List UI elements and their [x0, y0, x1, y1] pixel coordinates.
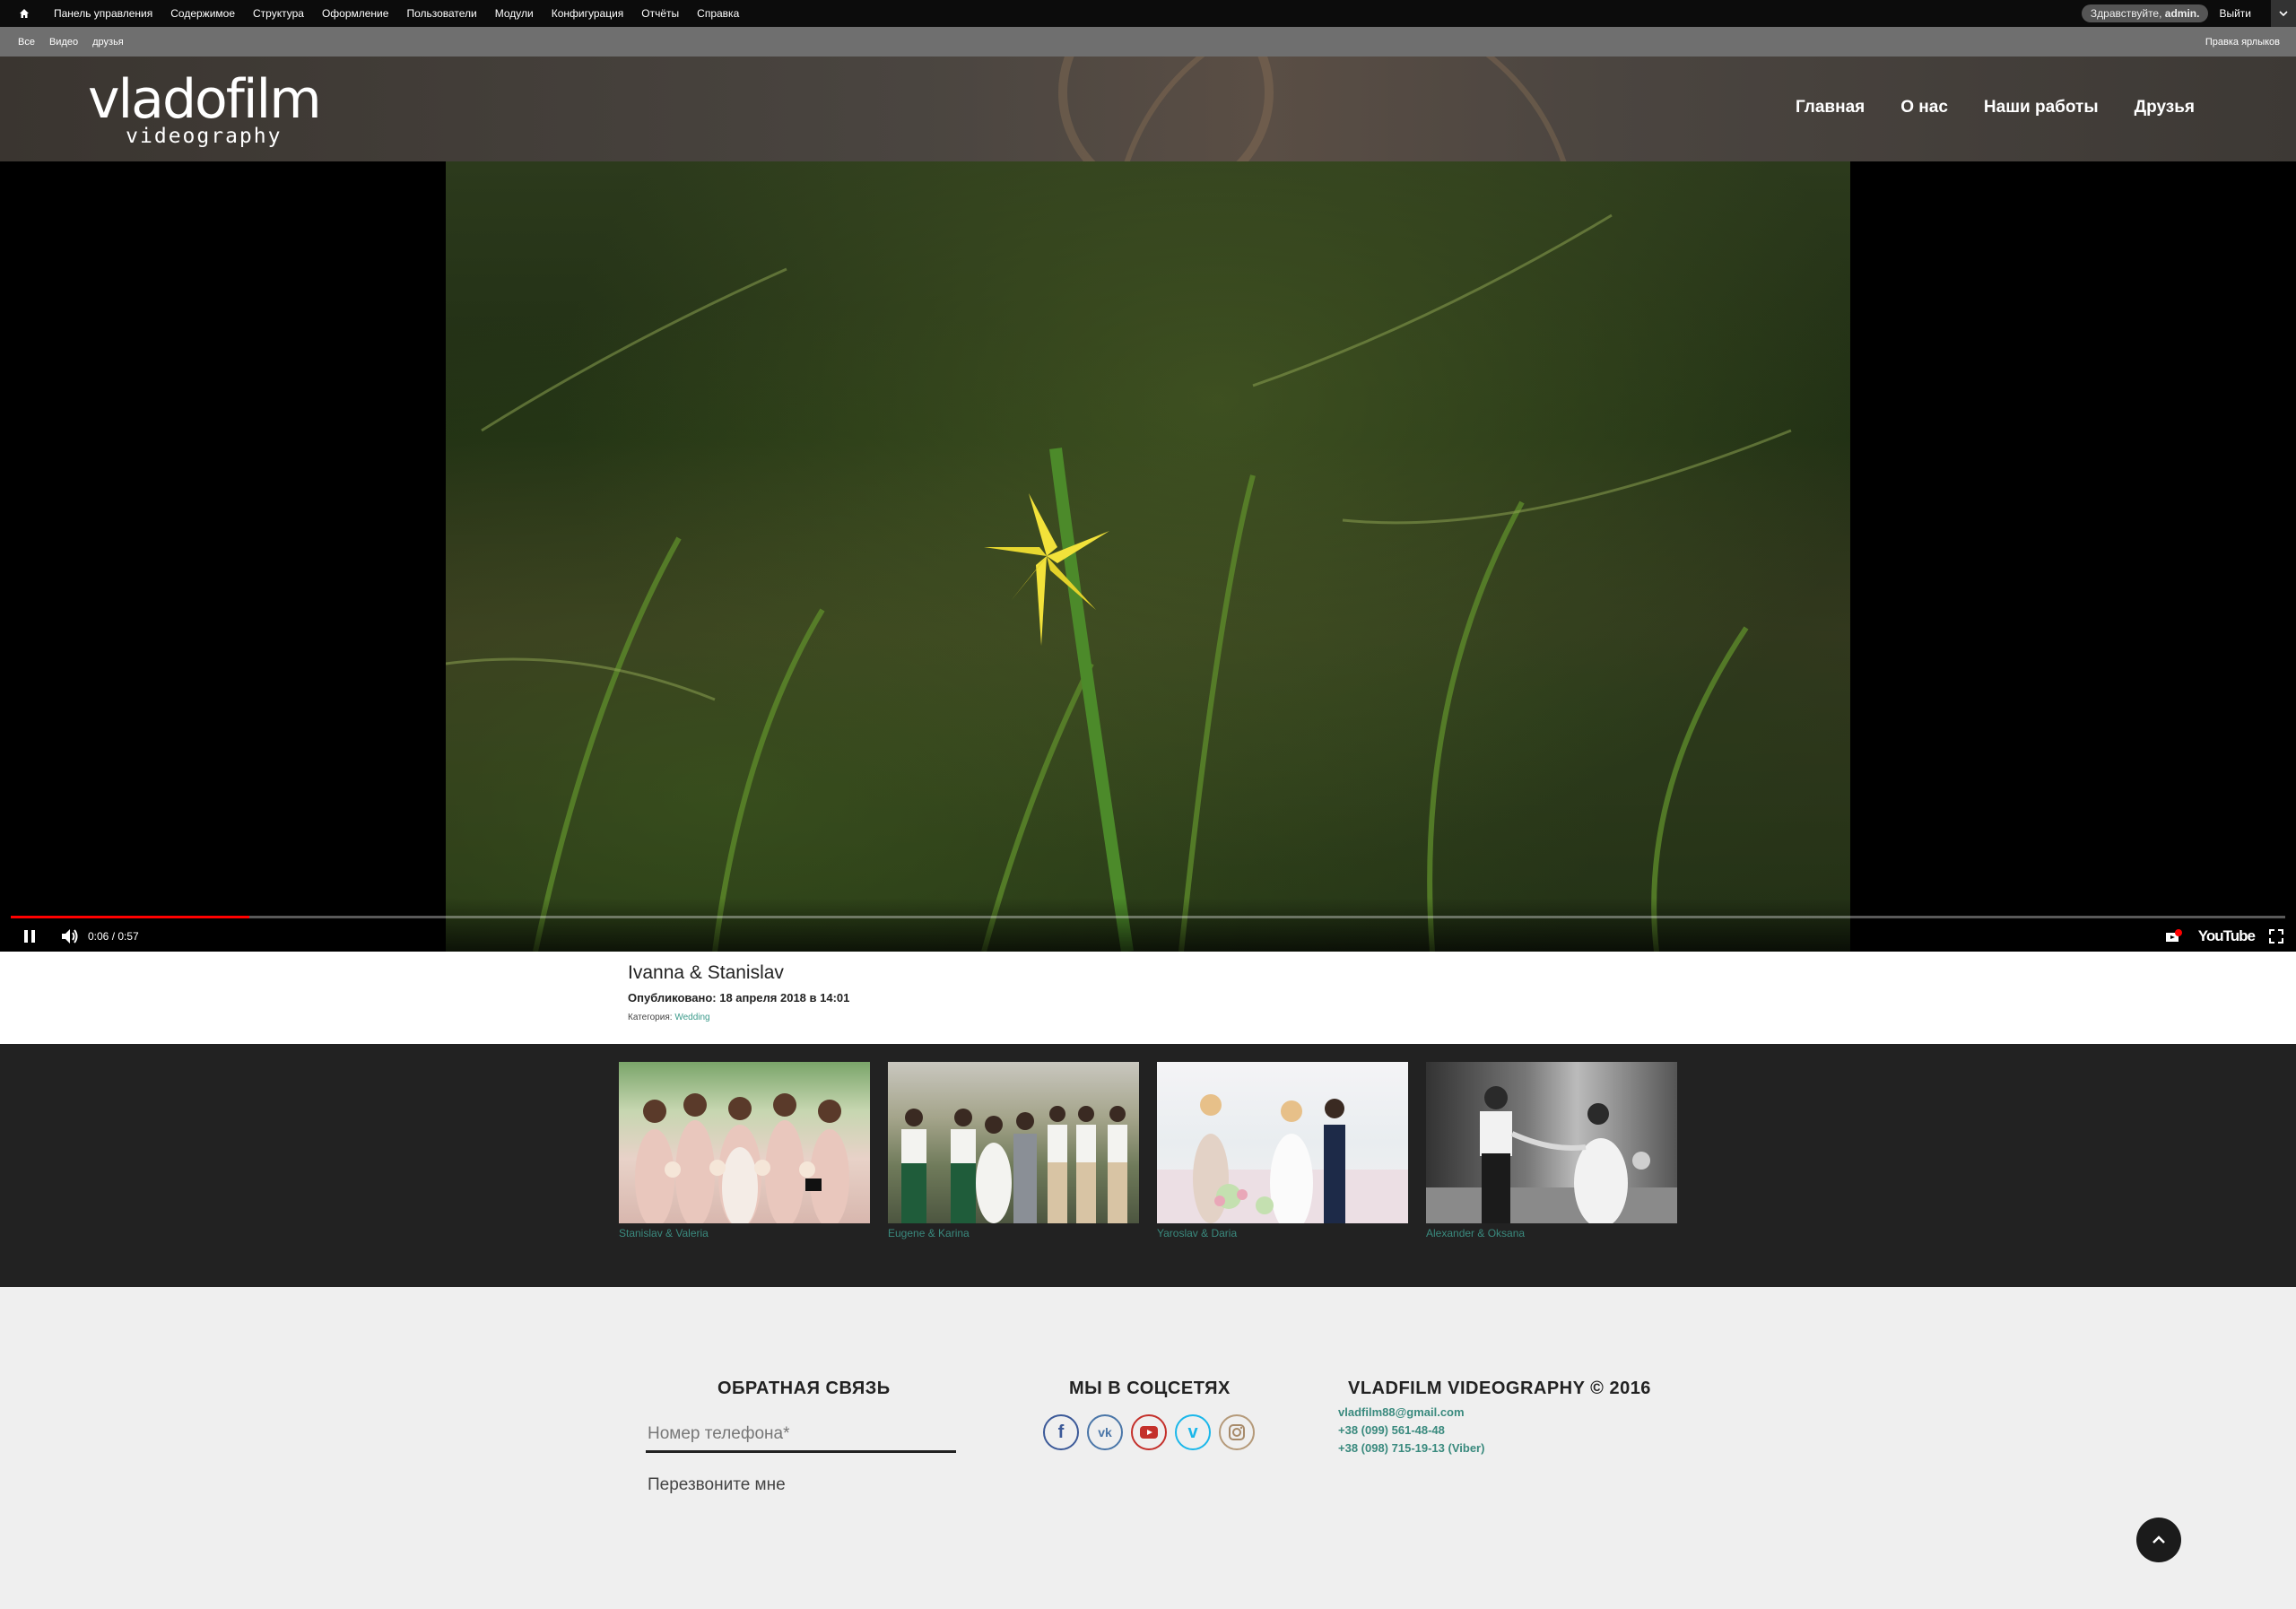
post-info: Ivanna & Stanislav Опубликовано: 18 апре…: [0, 952, 2296, 1044]
youtube-icon[interactable]: [1131, 1414, 1167, 1450]
related-thumbnail[interactable]: [1157, 1062, 1408, 1223]
volume-icon[interactable]: [61, 928, 79, 944]
related-videos: Stanislav & Valeria Eugene & Karina Yaro…: [0, 1044, 2296, 1287]
related-thumbnail[interactable]: [888, 1062, 1139, 1223]
category-label: Категория:: [628, 1013, 673, 1022]
site-header: vladofilm videography Главная О нас Наши…: [0, 57, 2296, 161]
header-background-ring: [1112, 57, 1578, 161]
vimeo-icon[interactable]: v: [1175, 1414, 1211, 1450]
admin-menu-help[interactable]: Справка: [688, 7, 748, 20]
shortcut-video[interactable]: Видео: [42, 37, 85, 48]
post-published: Опубликовано: 18 апреля 2018 в 14:01: [628, 991, 850, 1005]
feedback-title: ОБРАТНАЯ СВЯЗЬ: [718, 1379, 891, 1398]
related-caption[interactable]: Alexander & Oksana: [1426, 1227, 1677, 1239]
video-time: 0:06 / 0:57: [88, 930, 139, 943]
admin-menu-reports[interactable]: Отчёты: [632, 7, 688, 20]
ceremony-photo: [1157, 1094, 1408, 1223]
flower-icon: [984, 493, 1109, 646]
related-card[interactable]: Eugene & Karina: [888, 1062, 1139, 1239]
admin-menu-dashboard[interactable]: Панель управления: [45, 7, 161, 20]
post-title: Ivanna & Stanislav: [628, 962, 784, 983]
callback-button[interactable]: Перезвоните мне: [648, 1475, 786, 1495]
user-greeting[interactable]: Здравствуйте, admin.: [2081, 4, 2209, 22]
related-card[interactable]: Stanislav & Valeria: [619, 1062, 870, 1239]
greeting-text: Здравствуйте,: [2090, 7, 2162, 20]
contact-phone-2[interactable]: +38 (098) 715-19-13 (Viber): [1338, 1439, 1484, 1457]
shortcut-friends[interactable]: друзья: [85, 37, 131, 48]
site-logo[interactable]: vladofilm videography: [88, 68, 322, 148]
related-thumbnail[interactable]: [1426, 1062, 1677, 1223]
logo-name: vladofilm: [88, 68, 322, 131]
nav-about[interactable]: О нас: [1900, 98, 1948, 117]
category-link[interactable]: Wedding: [674, 1013, 709, 1022]
site-footer: ОБРАТНАЯ СВЯЗЬ Перезвоните мне МЫ В СОЦС…: [0, 1287, 2296, 1609]
contact-email[interactable]: vladfilm88@gmail.com: [1338, 1404, 1484, 1422]
admin-menu: Панель управления Содержимое Структура О…: [45, 7, 748, 20]
related-card[interactable]: Yaroslav & Daria: [1157, 1062, 1408, 1239]
pause-icon[interactable]: [23, 929, 36, 944]
chevron-down-icon[interactable]: [2271, 0, 2296, 27]
contact-phone-1[interactable]: +38 (099) 561-48-48: [1338, 1422, 1484, 1439]
post-category: Категория: Wedding: [628, 1013, 710, 1022]
bridesmaids-photo: [635, 1093, 849, 1223]
fullscreen-icon[interactable]: [2269, 929, 2283, 944]
social-links: f vk v: [1043, 1414, 1255, 1450]
admin-menu-structure[interactable]: Структура: [244, 7, 313, 20]
couple-bw-photo: [1426, 1086, 1677, 1223]
related-card[interactable]: Alexander & Oksana: [1426, 1062, 1677, 1239]
video-scene: [446, 213, 1792, 952]
admin-menu-modules[interactable]: Модули: [486, 7, 543, 20]
admin-menu-content[interactable]: Содержимое: [161, 7, 244, 20]
vk-icon[interactable]: vk: [1087, 1414, 1123, 1450]
admin-menu-people[interactable]: Пользователи: [397, 7, 485, 20]
nav-friends[interactable]: Друзья: [2135, 98, 2195, 117]
subscribe-icon[interactable]: [2164, 928, 2184, 944]
logout-link[interactable]: Выйти: [2219, 7, 2251, 20]
related-caption[interactable]: Yaroslav & Daria: [1157, 1227, 1408, 1239]
admin-menu-appearance[interactable]: Оформление: [313, 7, 397, 20]
admin-toolbar: Панель управления Содержимое Структура О…: [0, 0, 2296, 27]
shortcut-all[interactable]: Все: [11, 37, 42, 48]
phone-input[interactable]: [646, 1417, 956, 1453]
related-caption[interactable]: Eugene & Karina: [888, 1227, 1139, 1239]
video-frame[interactable]: [446, 161, 1850, 952]
instagram-icon[interactable]: [1219, 1414, 1255, 1450]
nav-works[interactable]: Наши работы: [1984, 98, 2099, 117]
related-thumbnail[interactable]: [619, 1062, 870, 1223]
video-progress-bar[interactable]: [11, 916, 2285, 918]
shortcut-bar: Все Видео друзья Правка ярлыков: [0, 27, 2296, 57]
scroll-top-button[interactable]: [2136, 1518, 2181, 1562]
contact-info: vladfilm88@gmail.com +38 (099) 561-48-48…: [1338, 1404, 1484, 1457]
admin-menu-config[interactable]: Конфигурация: [543, 7, 633, 20]
edit-shortcuts-link[interactable]: Правка ярлыков: [2205, 37, 2280, 48]
wedding-party-photo: [901, 1106, 1127, 1223]
video-player[interactable]: 0:06 / 0:57 YouTube: [0, 161, 2296, 952]
video-progress-played: [11, 916, 250, 918]
chevron-up-icon: [2152, 1535, 2166, 1544]
related-caption[interactable]: Stanislav & Valeria: [619, 1227, 870, 1239]
main-nav: Главная О нас Наши работы Друзья: [1796, 98, 2195, 117]
brand-title: VLADFILM VIDEOGRAPHY © 2016: [1348, 1379, 1651, 1398]
social-title: МЫ В СОЦСЕТЯХ: [1069, 1379, 1231, 1398]
youtube-logo[interactable]: YouTube: [2198, 927, 2256, 945]
home-icon[interactable]: [16, 5, 32, 22]
video-controls: 0:06 / 0:57 YouTube: [0, 924, 2296, 949]
greeting-user: admin.: [2164, 7, 2200, 20]
nav-home[interactable]: Главная: [1796, 98, 1865, 117]
facebook-icon[interactable]: f: [1043, 1414, 1079, 1450]
